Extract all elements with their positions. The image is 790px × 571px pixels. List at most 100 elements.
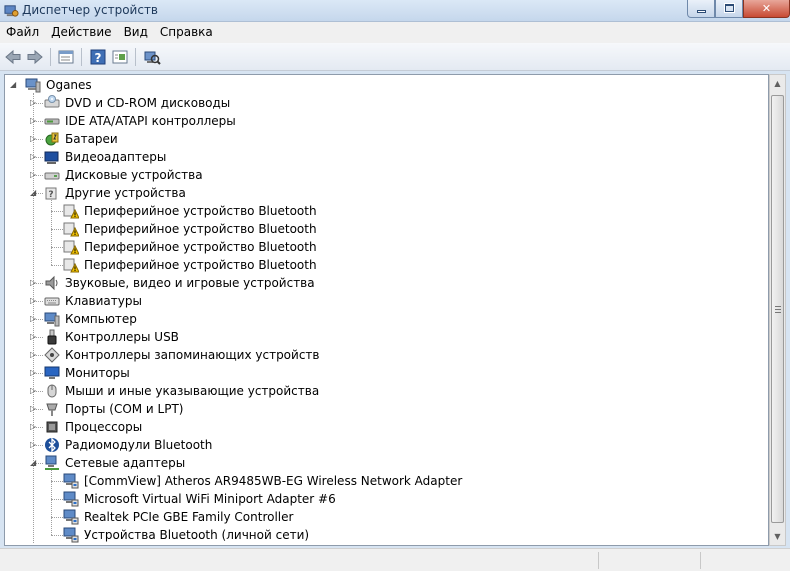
collapse-arrow-icon[interactable]: ◢	[10, 76, 19, 94]
menu-help[interactable]: Справка	[154, 22, 219, 43]
tree-category[interactable]: ▷ Контроллеры запоминающих устройств	[5, 346, 765, 364]
expand-arrow-icon[interactable]: ▷	[30, 94, 39, 112]
tree-item-label: Батареи	[65, 132, 118, 146]
expand-arrow-icon[interactable]: ▷	[30, 382, 39, 400]
tree-category[interactable]: ▷ Звуковые, видео и игровые устройства	[5, 274, 765, 292]
maximize-icon	[724, 3, 735, 13]
status-bar	[0, 548, 790, 571]
tree-category[interactable]: ▷ DVD и CD-ROM дисководы	[5, 94, 765, 112]
ide-controller-icon	[44, 118, 60, 125]
tree-item-label: Oganes	[46, 78, 92, 92]
expand-arrow-icon[interactable]: ▷	[30, 418, 39, 436]
back-arrow-icon[interactable]	[4, 48, 22, 66]
tree-device[interactable]: [CommView] Atheros AR9485WB-EG Wireless …	[5, 472, 765, 490]
expand-arrow-icon[interactable]: ▷	[30, 292, 39, 310]
expand-arrow-icon[interactable]: ▷	[30, 130, 39, 148]
expand-arrow-icon[interactable]: ▷	[30, 310, 39, 328]
tree-device[interactable]: Периферийное устройство Bluetooth	[5, 238, 765, 256]
minimize-icon	[697, 10, 706, 13]
scroll-up-icon[interactable]: ▲	[770, 75, 785, 92]
tree-item-label: Периферийное устройство Bluetooth	[84, 240, 317, 254]
storage-controller-icon	[44, 347, 60, 363]
tree-category[interactable]: ▷ Контроллеры USB	[5, 328, 765, 346]
tree-device[interactable]: Периферийное устройство Bluetooth	[5, 256, 765, 274]
minimize-button[interactable]	[687, 0, 715, 18]
tree-category[interactable]: ▷ Радиомодули Bluetooth	[5, 436, 765, 454]
tree-category[interactable]: ▷ Порты (COM и LPT)	[5, 400, 765, 418]
collapse-arrow-icon[interactable]: ◢	[30, 184, 39, 202]
help-icon[interactable]: ?	[89, 48, 107, 66]
close-button[interactable]: ✕	[743, 0, 790, 18]
tree-item-label: Microsoft Virtual WiFi Miniport Adapter …	[84, 492, 336, 506]
tree-item-label: Дисковые устройства	[65, 168, 203, 182]
tree-device[interactable]: Устройства Bluetooth (личной сети)	[5, 526, 765, 544]
vertical-scrollbar[interactable]: ▲ ▼	[769, 74, 786, 546]
tree-item-label: Периферийное устройство Bluetooth	[84, 258, 317, 272]
tree-category[interactable]: ▷ Мыши и иные указывающие устройства	[5, 382, 765, 400]
expand-arrow-icon[interactable]: ▷	[30, 112, 39, 130]
window-controls: ✕	[687, 0, 790, 19]
scroll-thumb[interactable]	[771, 95, 784, 523]
tree-category[interactable]: ▷ Батареи	[5, 130, 765, 148]
scan-hardware-icon[interactable]	[143, 48, 161, 66]
expand-arrow-icon[interactable]: ▷	[30, 166, 39, 184]
tree-item-label: Realtek PCIe GBE Family Controller	[84, 510, 294, 524]
tree-item-label: Мыши и иные указывающие устройства	[65, 384, 320, 398]
tree-item-label: Контроллеры запоминающих устройств	[65, 348, 320, 362]
properties-icon[interactable]	[57, 48, 75, 66]
expand-arrow-icon[interactable]: ▷	[30, 346, 39, 364]
tree-item-label: Устройства Bluetooth (личной сети)	[84, 528, 310, 542]
grip-line	[775, 306, 781, 307]
tree-category[interactable]: ▷ Мониторы	[5, 364, 765, 382]
speaker-icon	[45, 275, 58, 291]
network-adapter-icon	[45, 455, 59, 470]
tree-item-label: Контроллеры USB	[65, 330, 179, 344]
toolbar-separator	[50, 48, 51, 66]
tree-category[interactable]: ▷ Процессоры	[5, 418, 765, 436]
expand-arrow-icon[interactable]: ▷	[30, 436, 39, 454]
tree-device[interactable]: Периферийное устройство Bluetooth	[5, 220, 765, 238]
warning-device-icon	[63, 258, 79, 273]
tree-device[interactable]: Realtek PCIe GBE Family Controller	[5, 508, 765, 526]
menu-bar: Файл Действие Вид Справка	[0, 22, 790, 43]
window-title: Диспетчер устройств	[22, 3, 159, 17]
tree-category[interactable]: ▷ Клавиатуры	[5, 292, 765, 310]
monitor-icon	[44, 366, 60, 379]
status-separator	[598, 552, 599, 569]
warning-device-icon	[63, 204, 79, 219]
expand-arrow-icon[interactable]: ▷	[30, 328, 39, 346]
close-icon: ✕	[761, 2, 772, 15]
tree-connector-line	[51, 470, 52, 535]
show-hidden-icon[interactable]	[111, 48, 129, 66]
processor-icon	[46, 421, 58, 433]
tree-item-label: DVD и CD-ROM дисководы	[65, 96, 231, 110]
tree-category[interactable]: ▷ IDE ATA/ATAPI контроллеры	[5, 112, 765, 130]
tree-category[interactable]: ◢? Другие устройства	[5, 184, 765, 202]
tree-root[interactable]: ◢ Oganes	[5, 76, 765, 94]
tree-item-label: Видеоадаптеры	[65, 150, 167, 164]
expand-arrow-icon[interactable]: ▷	[30, 400, 39, 418]
device-tree[interactable]: ◢ Oganes ▷ DVD и CD-ROM дисководы ▷ IDE ATA/A…	[4, 74, 769, 546]
tree-device[interactable]: Microsoft Virtual WiFi Miniport Adapter …	[5, 490, 765, 508]
maximize-button[interactable]	[715, 0, 743, 18]
tree-item-label: Периферийное устройство Bluetooth	[84, 204, 317, 218]
expand-arrow-icon[interactable]: ▷	[30, 148, 39, 166]
expand-arrow-icon[interactable]: ▷	[30, 274, 39, 292]
tree-category[interactable]: ▷ Компьютер	[5, 310, 765, 328]
expand-arrow-icon[interactable]: ▷	[30, 364, 39, 382]
collapse-arrow-icon[interactable]: ◢	[30, 454, 39, 472]
forward-arrow-icon[interactable]	[26, 48, 44, 66]
tree-category[interactable]: ▷ Видеоадаптеры	[5, 148, 765, 166]
network-card-icon	[63, 473, 79, 489]
usb-icon	[47, 329, 57, 345]
tree-category[interactable]: ▷ Дисковые устройства	[5, 166, 765, 184]
menu-action[interactable]: Действие	[45, 22, 117, 43]
tree-item-label: Компьютер	[65, 312, 137, 326]
menu-file[interactable]: Файл	[0, 22, 45, 43]
tree-device[interactable]: Периферийное устройство Bluetooth	[5, 202, 765, 220]
tree-category[interactable]: ◢ Сетевые адаптеры	[5, 454, 765, 472]
network-card-icon	[63, 491, 79, 507]
computer-icon	[44, 312, 60, 327]
scroll-down-icon[interactable]: ▼	[770, 528, 785, 545]
menu-view[interactable]: Вид	[118, 22, 154, 43]
